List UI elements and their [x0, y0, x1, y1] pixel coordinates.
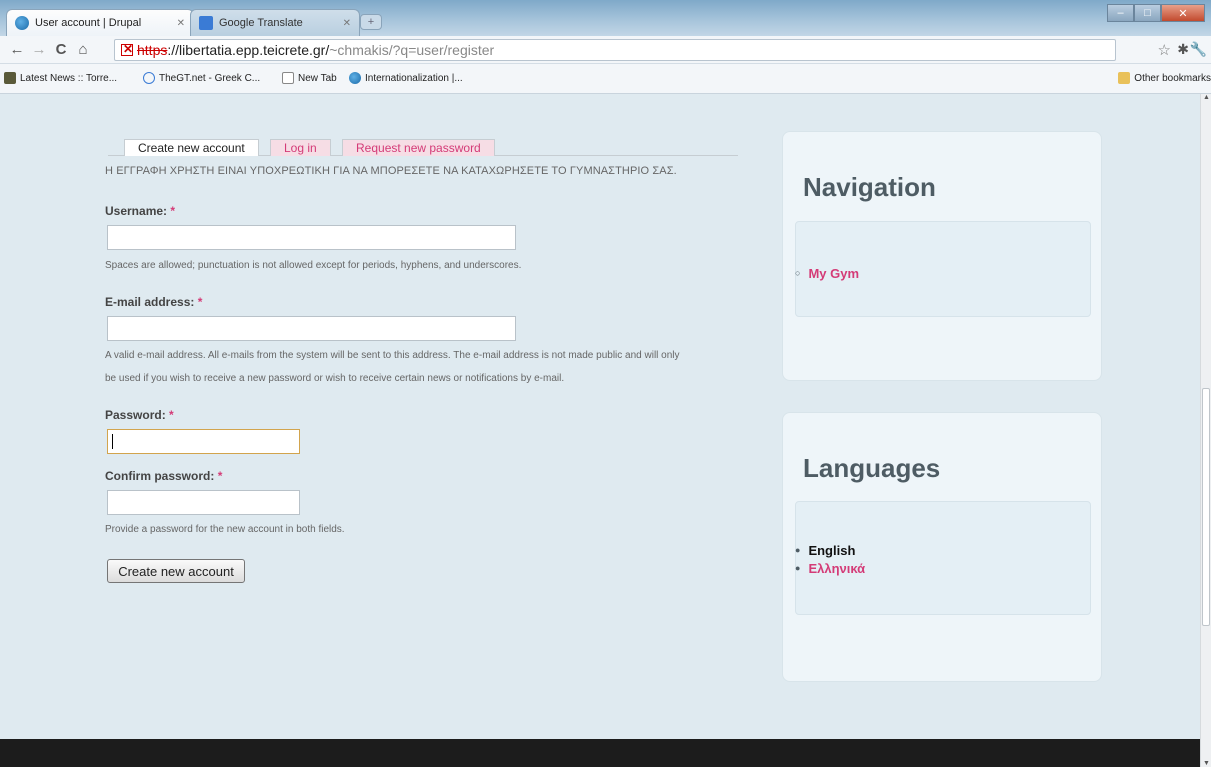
language-greek-link[interactable]: Ελληνικά: [808, 561, 865, 576]
maximize-button[interactable]: □: [1134, 4, 1161, 22]
tab-google-translate[interactable]: Google Translate ✕: [190, 9, 360, 36]
back-arrow-icon[interactable]: ←: [8, 40, 26, 60]
url-path: ~chmakis/?q=user/register: [329, 42, 495, 58]
navigation-block: Navigation ○ My Gym: [782, 131, 1102, 381]
other-bookmarks-label: Other bookmarks: [1134, 72, 1211, 84]
bookmark-label: New Tab: [298, 72, 337, 84]
minimize-button[interactable]: –: [1107, 4, 1134, 22]
drupal-icon: [349, 72, 361, 84]
language-item: ● Ελληνικά: [795, 559, 865, 577]
confirm-password-input[interactable]: [107, 490, 300, 515]
password-label-text: Password:: [105, 408, 166, 422]
email-label: E-mail address: *: [105, 295, 202, 309]
bookmark-star-icon[interactable]: ☆: [1158, 41, 1171, 59]
url-host: ://libertatia.epp.teicrete.gr/: [167, 42, 330, 58]
navigation-list: ○ My Gym: [795, 264, 859, 282]
navigation-item: ○ My Gym: [795, 264, 859, 282]
bookmarks-bar: Latest News :: Torre... TheGT.net - Gree…: [0, 64, 1211, 94]
user-tabs: Create new account Log in Request new pa…: [108, 138, 738, 156]
google-translate-icon: [199, 16, 213, 30]
bullet-icon: ●: [795, 563, 801, 573]
bookmark-item[interactable]: Internationalization |...: [349, 72, 463, 84]
languages-block: Languages ● English ● Ελληνικά: [782, 412, 1102, 682]
password-input[interactable]: [107, 429, 300, 454]
tab-label: User account | Drupal: [35, 17, 142, 29]
username-label-text: Username:: [105, 204, 168, 218]
email-input[interactable]: [107, 316, 516, 341]
language-item: ● English: [795, 541, 865, 559]
username-input[interactable]: [107, 225, 516, 250]
password-description: Provide a password for the new account i…: [105, 524, 345, 535]
extension-icon[interactable]: ✱: [1177, 41, 1189, 58]
required-mark: *: [169, 408, 174, 422]
page-footer: [0, 739, 1200, 767]
bullet-icon: ●: [795, 545, 801, 555]
window-controls: – □ ✕: [1107, 4, 1205, 22]
navigation-title: Navigation: [803, 172, 936, 202]
circle-bullet-icon: ○: [795, 268, 801, 278]
close-icon[interactable]: ✕: [177, 18, 185, 29]
other-bookmarks[interactable]: Other bookmarks: [1118, 72, 1211, 84]
page-content: Create new account Log in Request new pa…: [0, 94, 1200, 767]
new-tab-button[interactable]: +: [360, 14, 382, 30]
folder-icon: [1118, 72, 1131, 84]
globe-icon: [143, 72, 155, 84]
required-mark: *: [217, 469, 223, 483]
languages-list: ● English ● Ελληνικά: [795, 541, 865, 577]
url-scheme: https: [137, 42, 168, 58]
tab-create-account[interactable]: Create new account: [124, 139, 259, 156]
tab-log-in[interactable]: Log in: [270, 139, 331, 156]
language-english[interactable]: English: [808, 543, 855, 558]
username-label: Username: *: [105, 204, 175, 218]
ssl-error-icon: [121, 42, 133, 56]
languages-title: Languages: [803, 453, 941, 483]
my-gym-link[interactable]: My Gym: [808, 266, 859, 281]
intro-text: Η ΕΓΓΡΑΦΗ ΧΡΗΣΤΗ ΕΙΝΑΙ ΥΠΟΧΡΕΩΤΙΚΗ ΓΙΑ Ν…: [105, 165, 677, 177]
scroll-up-icon[interactable]: ▲: [1203, 94, 1210, 101]
window-close-button[interactable]: ✕: [1161, 4, 1205, 22]
address-bar[interactable]: https ://libertatia.epp.teicrete.gr/ ~ch…: [114, 39, 1116, 61]
news-icon: [4, 72, 16, 84]
email-description-line2: be used if you wish to receive a new pas…: [105, 373, 565, 384]
reload-icon[interactable]: C: [52, 40, 70, 60]
bookmark-item[interactable]: New Tab: [282, 72, 337, 84]
password-label: Password: *: [105, 408, 174, 422]
email-label-text: E-mail address:: [105, 295, 195, 309]
browser-titlebar: User account | Drupal ✕ Google Translate…: [0, 0, 1211, 36]
browser-toolbar: ← → C ⌂ https ://libertatia.epp.teicrete…: [0, 36, 1211, 64]
forward-arrow-icon[interactable]: →: [30, 40, 48, 60]
bookmark-label: Internationalization |...: [365, 72, 463, 84]
tab-request-password[interactable]: Request new password: [342, 139, 495, 156]
vertical-scrollbar[interactable]: ▲ ▼: [1200, 94, 1211, 767]
close-icon[interactable]: ✕: [343, 18, 351, 29]
required-mark: *: [170, 204, 176, 218]
bookmark-item[interactable]: Latest News :: Torre...: [4, 72, 117, 84]
email-description-line1: A valid e-mail address. All e-mails from…: [105, 350, 680, 361]
home-icon[interactable]: ⌂: [74, 40, 92, 60]
required-mark: *: [197, 295, 203, 309]
username-description: Spaces are allowed; punctuation is not a…: [105, 260, 522, 271]
tab-user-account[interactable]: User account | Drupal ✕: [6, 9, 194, 36]
page-icon: [282, 72, 294, 84]
bookmark-item[interactable]: TheGT.net - Greek C...: [143, 72, 260, 84]
tab-label: Google Translate: [219, 17, 303, 29]
create-account-button[interactable]: Create new account: [107, 559, 245, 583]
scrollbar-thumb[interactable]: [1202, 388, 1210, 626]
bookmark-label: Latest News :: Torre...: [20, 72, 118, 84]
wrench-icon[interactable]: 🔧: [1190, 41, 1207, 58]
scroll-down-icon[interactable]: ▼: [1203, 760, 1210, 767]
confirm-label-text: Confirm password:: [105, 469, 215, 483]
confirm-password-label: Confirm password: *: [105, 469, 222, 483]
bookmark-label: TheGT.net - Greek C...: [159, 72, 261, 84]
drupal-icon: [15, 16, 29, 30]
